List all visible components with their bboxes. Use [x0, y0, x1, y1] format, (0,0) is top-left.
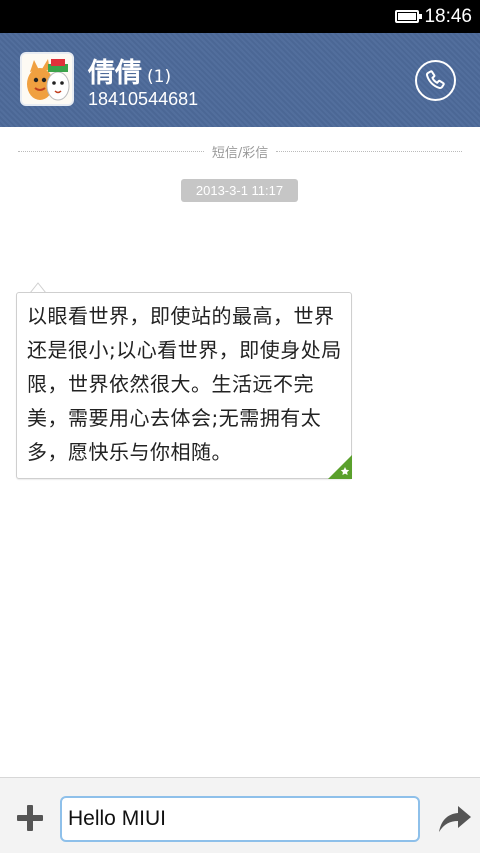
star-icon: [328, 455, 352, 479]
unread-count: (1): [147, 67, 172, 87]
send-arrow-icon[interactable]: [438, 804, 472, 834]
status-time: 18:46: [424, 5, 472, 27]
message-type-label: 短信/彩信: [211, 145, 269, 161]
phone-icon: [425, 69, 445, 89]
message-type-divider: 短信/彩信: [18, 141, 463, 161]
message-input[interactable]: [60, 796, 420, 842]
contact-avatar[interactable]: [20, 52, 74, 106]
contact-phone-number: 18410544681: [88, 89, 199, 109]
composer-bar: [0, 777, 480, 853]
message-text: 以眼看世界，即使站的最高，世界还是很小;以心看世界，即使身处局限，世界依然很大。…: [27, 304, 342, 464]
plus-icon[interactable]: [15, 803, 45, 833]
call-button[interactable]: [415, 60, 456, 101]
battery-full-icon: [395, 10, 423, 23]
contact-name: 倩倩 (1): [88, 51, 171, 90]
status-bar: 18:46: [0, 0, 480, 33]
incoming-message-bubble[interactable]: 以眼看世界，即使站的最高，世界还是很小;以心看世界，即使身处局限，世界依然很大。…: [16, 292, 352, 479]
contact-name-text: 倩倩: [88, 58, 142, 89]
divider-line-left: [18, 150, 204, 152]
message-timestamp: 2013-3-1 11:17: [181, 179, 298, 202]
divider-line-right: [276, 150, 463, 152]
conversation-header: 倩倩 (1) 18410544681: [0, 33, 480, 127]
